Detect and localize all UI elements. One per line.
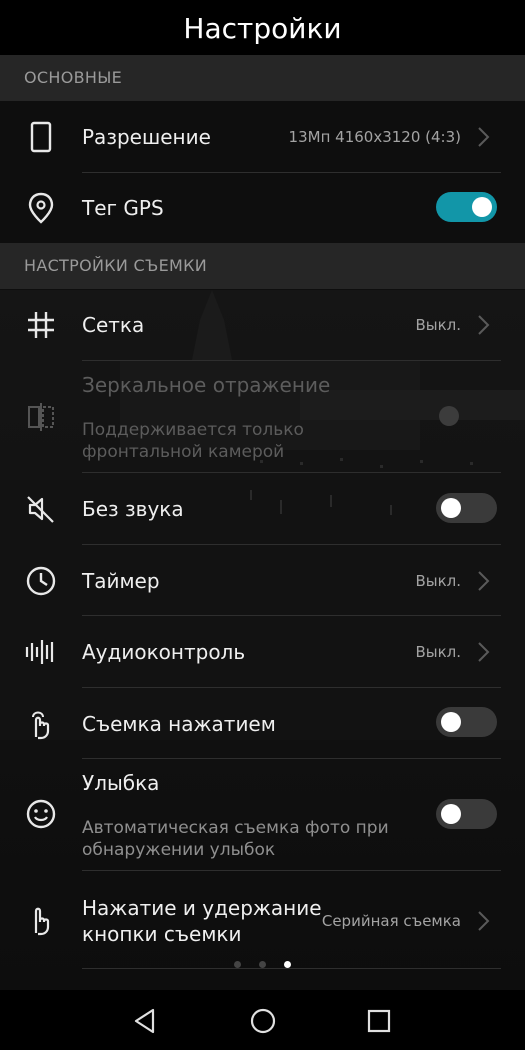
section-header-basic: ОСНОВНЫЕ: [0, 55, 525, 101]
setting-grid-label: Сетка: [82, 313, 145, 337]
setting-gps[interactable]: Тег GPS: [0, 173, 525, 243]
mirror-icon: [28, 403, 54, 431]
setting-touch-capture[interactable]: Съемка нажатием: [0, 688, 525, 759]
system-nav-bar: [0, 990, 525, 1050]
chevron-right-icon: [478, 315, 490, 335]
page-dot: [234, 961, 241, 968]
touch-hold-icon: [34, 907, 50, 936]
touch-icon: [32, 711, 50, 740]
page-dot-active: [284, 961, 291, 968]
smile-toggle[interactable]: [436, 799, 497, 829]
page-title: Настройки: [0, 0, 525, 55]
setting-smile[interactable]: Улыбка Автоматическая съемка фото при об…: [0, 759, 525, 871]
setting-hold-value: Серийная съемка: [321, 912, 461, 930]
chevron-right-icon: [478, 127, 490, 147]
setting-touch-label: Съемка нажатием: [82, 712, 276, 736]
setting-hold-label-1: Нажатие и удержание: [82, 896, 322, 920]
setting-hold-label-2: кнопки съемки: [82, 922, 242, 946]
grid-icon: [28, 312, 54, 338]
clock-icon: [26, 566, 56, 596]
gps-toggle[interactable]: [436, 192, 497, 222]
setting-resolution-label: Разрешение: [82, 125, 211, 149]
setting-mirror-label: Зеркальное отражение: [82, 373, 331, 397]
touch-capture-toggle[interactable]: [436, 707, 497, 737]
setting-gps-label: Тег GPS: [82, 196, 164, 220]
setting-resolution-value: 13Мп 4160x3120 (4:3): [288, 128, 461, 146]
smile-icon: [26, 799, 56, 829]
chevron-right-icon: [478, 911, 490, 931]
setting-mirror-desc-1: Поддерживается только: [82, 420, 304, 440]
setting-mirror: Зеркальное отражение Поддерживается толь…: [0, 361, 525, 473]
setting-timer[interactable]: Таймер Выкл.: [0, 545, 525, 616]
setting-timer-value: Выкл.: [415, 572, 461, 590]
setting-grid[interactable]: Сетка Выкл.: [0, 289, 525, 361]
mirror-toggle-disabled: [439, 406, 459, 426]
setting-mirror-desc-2: фронтальной камерой: [82, 442, 285, 462]
recents-icon[interactable]: [364, 1006, 394, 1036]
section-header-shooting: НАСТРОЙКИ СЪЕМКИ: [0, 243, 525, 289]
mute-icon: [27, 496, 54, 523]
setting-audio-control[interactable]: Аудиоконтроль Выкл.: [0, 616, 525, 688]
audio-wave-icon: [25, 640, 54, 664]
back-icon[interactable]: [131, 1006, 161, 1036]
setting-mute-label: Без звука: [82, 497, 184, 521]
page-indicator: [0, 953, 525, 972]
home-icon[interactable]: [248, 1006, 278, 1036]
setting-resolution[interactable]: Разрешение 13Мп 4160x3120 (4:3): [0, 101, 525, 173]
mute-toggle[interactable]: [436, 493, 497, 523]
phone-outline-icon: [30, 121, 52, 153]
setting-audio-value: Выкл.: [415, 643, 461, 661]
location-pin-icon: [28, 192, 54, 224]
chevron-right-icon: [478, 642, 490, 662]
setting-mute[interactable]: Без звука: [0, 473, 525, 545]
page-dot: [259, 961, 266, 968]
setting-audio-label: Аудиоконтроль: [82, 640, 246, 664]
setting-smile-desc-1: Автоматическая съемка фото при: [82, 818, 389, 838]
setting-timer-label: Таймер: [82, 569, 160, 593]
setting-smile-desc-2: обнаружении улыбок: [82, 840, 276, 860]
setting-smile-label: Улыбка: [82, 771, 160, 795]
chevron-right-icon: [478, 571, 490, 591]
setting-grid-value: Выкл.: [415, 316, 461, 334]
